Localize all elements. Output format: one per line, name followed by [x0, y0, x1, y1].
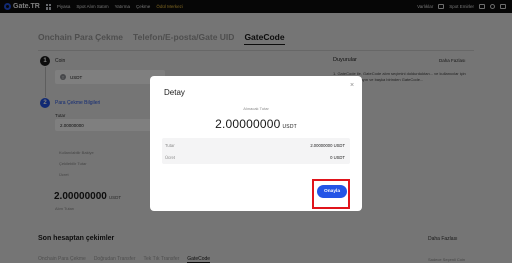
modal-title: Detay: [164, 88, 185, 97]
detail-row-fee: Ücret 0 USDT: [162, 151, 350, 163]
confirm-button[interactable]: Onayla: [317, 185, 347, 198]
close-icon[interactable]: ×: [348, 82, 356, 90]
detail-row-amount-value: 2.00000000 USDT: [310, 143, 345, 148]
detail-row-amount-key: Tutar: [165, 143, 175, 148]
modal-received-unit: USDT: [282, 124, 297, 130]
detail-modal: Detay × Alınacak Tutar 2.00000000 USDT Tu…: [150, 76, 362, 211]
modal-detail-box: Tutar 2.00000000 USDT Ücret 0 USDT: [162, 138, 350, 164]
modal-received-label: Alınacak Tutar: [243, 106, 269, 111]
detail-row-fee-value: 0 USDT: [330, 155, 345, 160]
detail-row-amount: Tutar 2.00000000 USDT: [162, 139, 350, 151]
modal-received-amount: 2.00000000 USDT: [150, 117, 362, 131]
detail-row-fee-key: Ücret: [165, 155, 176, 160]
modal-received-value: 2.00000000: [215, 117, 281, 131]
